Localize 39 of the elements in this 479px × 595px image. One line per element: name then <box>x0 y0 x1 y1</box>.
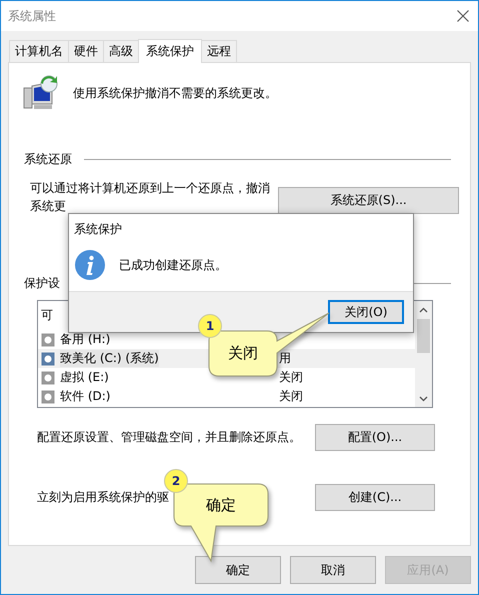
drive-icon <box>41 352 55 366</box>
close-dialog-button[interactable]: 关闭(O) <box>328 300 404 324</box>
tab[interactable]: 系统保护 <box>138 39 202 63</box>
window-title: 系统属性 <box>8 8 56 24</box>
create-button[interactable]: 创建(C)... <box>315 484 435 511</box>
callout-text: 确定 <box>206 496 236 514</box>
tab[interactable]: 高级 <box>103 40 138 62</box>
drive-name[interactable]: 致美化 (C:) (系统) <box>60 350 159 367</box>
restore-description: 可以通过将计算机还原到上一个还原点，撤消系统更 <box>30 180 271 215</box>
tab[interactable]: 远程 <box>202 40 237 62</box>
section-heading: 保护设 <box>24 274 60 292</box>
protection-status: 用 <box>279 350 291 367</box>
drive-name[interactable]: 软件 (D:) <box>60 388 110 405</box>
protection-status: 关闭 <box>279 388 303 405</box>
dialog-button[interactable]: 取消 <box>290 556 376 584</box>
system-restore-button[interactable]: 系统还原(S)... <box>278 187 459 214</box>
column-header[interactable]: 可 <box>41 307 53 324</box>
info-icon <box>75 250 105 280</box>
scrollbar[interactable] <box>415 301 432 407</box>
chevron-down-icon[interactable] <box>419 396 428 402</box>
protection-status: 关闭 <box>279 369 303 386</box>
section-heading: 系统还原 <box>24 150 72 168</box>
dialog-message: 已成功创建还原点。 <box>119 256 227 274</box>
configure-button[interactable]: 配置(O)... <box>315 424 435 451</box>
configure-description: 配置还原设置、管理磁盘空间，并且删除还原点。 <box>37 429 301 446</box>
drive-icon <box>41 390 55 404</box>
dialog-button[interactable]: 确定 <box>195 556 281 584</box>
callout-text: 关闭 <box>228 344 258 363</box>
dialog-title: 系统保护 <box>73 221 123 236</box>
tab[interactable]: 硬件 <box>68 40 103 62</box>
description-text: 使用系统保护撤消不需要的系统更改。 <box>73 84 277 102</box>
drive-icon <box>41 370 55 384</box>
tab[interactable]: 计算机名 <box>9 40 68 62</box>
drive-icon <box>41 332 55 346</box>
computer-restore-icon <box>22 74 60 112</box>
drive-name[interactable]: 备用 (H:) <box>60 331 110 348</box>
close-icon[interactable] <box>457 10 469 22</box>
chevron-up-icon[interactable] <box>419 307 428 313</box>
drive-name[interactable]: 虚拟 (E:) <box>60 369 109 386</box>
